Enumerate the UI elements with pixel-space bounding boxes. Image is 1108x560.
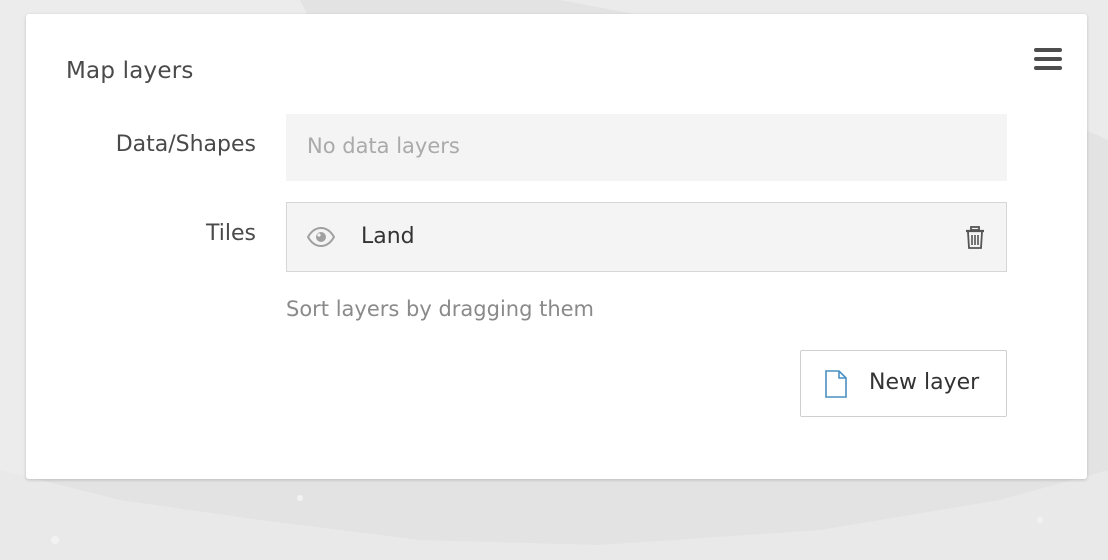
hamburger-menu-icon[interactable] bbox=[1032, 44, 1064, 74]
panel-title: Map layers bbox=[66, 58, 194, 84]
data-layers-list: No data layers bbox=[286, 114, 1007, 181]
empty-data-layers-text: No data layers bbox=[307, 134, 460, 158]
new-layer-label: New layer bbox=[869, 370, 980, 395]
eye-icon[interactable] bbox=[307, 227, 335, 247]
tile-layer-row[interactable]: Land bbox=[286, 202, 1007, 272]
new-layer-button[interactable]: New layer bbox=[800, 350, 1007, 417]
trash-icon[interactable] bbox=[964, 226, 986, 250]
tile-layer-name: Land bbox=[361, 224, 415, 249]
tiles-label: Tiles bbox=[206, 221, 256, 246]
map-layers-panel: Map layers Data/Shapes No data layers Ti… bbox=[26, 14, 1087, 479]
data-shapes-label: Data/Shapes bbox=[115, 132, 256, 157]
document-icon bbox=[825, 370, 847, 398]
sort-layers-hint: Sort layers by dragging them bbox=[286, 297, 595, 321]
